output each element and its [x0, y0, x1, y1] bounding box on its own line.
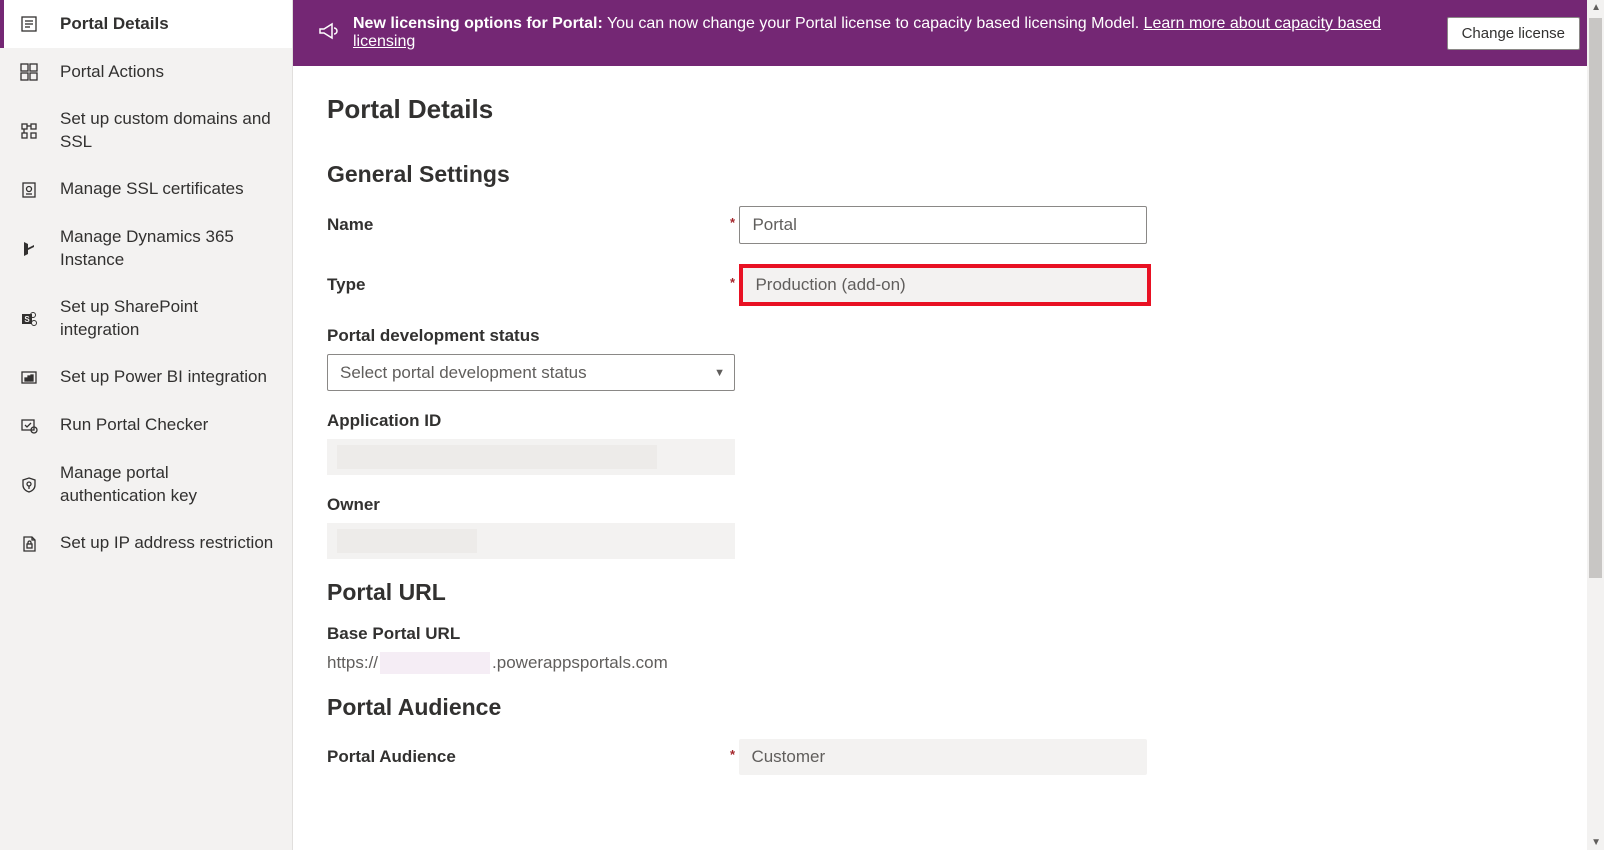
checker-icon: [18, 415, 40, 437]
input-type: [739, 264, 1151, 306]
section-general-settings: General Settings: [327, 161, 1570, 188]
label-name: Name: [327, 215, 735, 235]
label-base-url: Base Portal URL: [327, 624, 460, 644]
sidebar-item-ssl-certificates[interactable]: Manage SSL certificates: [0, 166, 292, 214]
sidebar-item-custom-domains[interactable]: Set up custom domains and SSL: [0, 96, 292, 166]
actions-icon: [18, 61, 40, 83]
field-audience: Portal Audience: [327, 739, 1570, 775]
sidebar-item-label: Run Portal Checker: [60, 414, 274, 437]
scrollbar-thumb[interactable]: [1589, 18, 1602, 578]
label-audience: Portal Audience: [327, 747, 735, 767]
scrollbar-track[interactable]: ▲ ▼: [1587, 0, 1604, 850]
sidebar-item-label: Manage Dynamics 365 Instance: [60, 226, 274, 272]
sidebar-item-label: Portal Actions: [60, 61, 274, 84]
svg-text:S: S: [24, 315, 30, 324]
sidebar-item-ip-restriction[interactable]: Set up IP address restriction: [0, 520, 292, 568]
label-owner: Owner: [327, 495, 380, 515]
sidebar-item-portal-details[interactable]: Portal Details: [0, 0, 292, 48]
content-area: Portal Details General Settings Name Typ…: [293, 66, 1604, 850]
domains-icon: [18, 120, 40, 142]
value-base-url: https:// .powerappsportals.com: [327, 652, 1570, 674]
scroll-up-icon[interactable]: ▲: [1591, 2, 1601, 13]
input-name[interactable]: [739, 206, 1147, 244]
certificates-icon: [18, 179, 40, 201]
sidebar-item-portal-checker[interactable]: Run Portal Checker: [0, 402, 292, 450]
field-owner: Owner: [327, 495, 1570, 559]
sidebar-item-label: Manage portal authentication key: [60, 462, 274, 508]
licensing-banner: New licensing options for Portal: You ca…: [293, 0, 1604, 66]
sidebar-item-label: Manage SSL certificates: [60, 178, 274, 201]
sidebar-item-label: Set up custom domains and SSL: [60, 108, 274, 154]
sidebar-item-label: Set up IP address restriction: [60, 532, 274, 555]
label-app-id: Application ID: [327, 411, 441, 431]
sharepoint-icon: S: [18, 308, 40, 330]
input-audience: [739, 739, 1147, 775]
field-base-url: Base Portal URL https:// .powerappsporta…: [327, 624, 1570, 674]
iprestrict-icon: [18, 533, 40, 555]
field-app-id: Application ID: [327, 411, 1570, 475]
details-icon: [18, 13, 40, 35]
url-redacted: [380, 652, 490, 674]
megaphone-icon: [317, 20, 339, 47]
sidebar-item-label: Portal Details: [60, 13, 274, 36]
sidebar-item-powerbi[interactable]: Set up Power BI integration: [0, 354, 292, 402]
change-license-button[interactable]: Change license: [1447, 17, 1580, 50]
field-dev-status: Portal development status Select portal …: [327, 326, 1570, 391]
banner-title: New licensing options for Portal:: [353, 15, 603, 32]
field-name: Name: [327, 206, 1570, 244]
section-portal-audience: Portal Audience: [327, 694, 1570, 721]
label-dev-status: Portal development status: [327, 326, 540, 346]
sidebar-item-dynamics-instance[interactable]: Manage Dynamics 365 Instance: [0, 214, 292, 284]
banner-text: New licensing options for Portal: You ca…: [353, 15, 1427, 51]
sidebar-item-label: Set up Power BI integration: [60, 366, 274, 389]
main-content: New licensing options for Portal: You ca…: [293, 0, 1604, 850]
value-owner: [327, 523, 735, 559]
sidebar-item-portal-actions[interactable]: Portal Actions: [0, 48, 292, 96]
page-title: Portal Details: [327, 94, 1570, 125]
sidebar-item-sharepoint[interactable]: S Set up SharePoint integration: [0, 284, 292, 354]
powerbi-icon: [18, 367, 40, 389]
sidebar-item-label: Set up SharePoint integration: [60, 296, 274, 342]
section-portal-url: Portal URL: [327, 579, 1570, 606]
scroll-down-icon[interactable]: ▼: [1591, 837, 1601, 848]
sidebar-item-auth-key[interactable]: Manage portal authentication key: [0, 450, 292, 520]
banner-description: You can now change your Portal license t…: [607, 15, 1139, 32]
field-type: Type: [327, 264, 1570, 306]
select-dev-status[interactable]: Select portal development status: [327, 354, 735, 391]
authkey-icon: [18, 474, 40, 496]
label-type: Type: [327, 275, 735, 295]
value-app-id: [327, 439, 735, 475]
sidebar: Portal Details Portal Actions Set up cus…: [0, 0, 293, 850]
dynamics-icon: [18, 238, 40, 260]
